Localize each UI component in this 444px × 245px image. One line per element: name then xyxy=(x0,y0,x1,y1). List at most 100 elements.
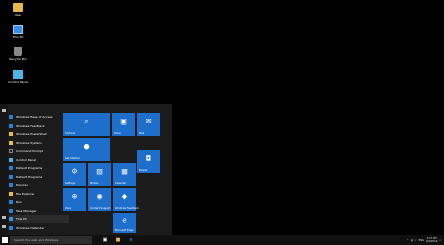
tile-get-started[interactable]: ● Get Started xyxy=(63,138,110,161)
app-item[interactable]: Windows Feedback xyxy=(9,122,69,130)
folder-icon xyxy=(9,132,13,136)
app-item[interactable]: File Explorer xyxy=(9,190,69,198)
start-rail xyxy=(0,104,8,235)
start-menu: Windows Ease of Access Windows Feedback … xyxy=(0,104,172,240)
app-item[interactable]: Control Panel xyxy=(9,156,69,164)
task-view-icon[interactable]: ▣ xyxy=(102,237,108,243)
app-label: Run xyxy=(16,200,22,204)
tile-cortana[interactable]: ⌕ Cortana xyxy=(63,113,110,136)
app-label: Windows Feedback xyxy=(16,123,45,128)
desktop-icon-this-pc[interactable]: This PC xyxy=(6,25,30,39)
tile-label: Photos xyxy=(90,182,99,185)
store-icon: ▣ xyxy=(120,117,127,126)
tile-mail[interactable]: ✉ Mail xyxy=(137,113,160,136)
desktop-icon-label: This PC xyxy=(12,35,24,39)
computer-icon xyxy=(13,25,23,34)
calendar-icon: ▦ xyxy=(121,167,128,176)
tile-photos[interactable]: ▧ Photos xyxy=(88,163,111,186)
defender-icon xyxy=(9,225,13,230)
app-label: Windows Ease of Access xyxy=(16,115,53,119)
computer-icon xyxy=(9,217,13,221)
tile-label: Calendar xyxy=(115,182,127,185)
tile-people[interactable]: ◘ People xyxy=(137,150,160,173)
app-item[interactable]: Windows Ease of Access xyxy=(9,113,69,121)
app-list: Windows Ease of Access Windows Feedback … xyxy=(9,113,69,242)
app-label: Command Prompt xyxy=(16,149,44,153)
app-item[interactable]: Windows PowerShell˅ xyxy=(9,130,69,138)
settings-icon[interactable] xyxy=(2,216,6,219)
volume-icon[interactable]: ♪ xyxy=(415,239,417,242)
desktop-icon-label: Recycle Bin xyxy=(9,57,27,61)
support-icon: ◉ xyxy=(96,192,103,201)
edge-icon[interactable]: e xyxy=(128,237,134,243)
hamburger-icon[interactable] xyxy=(2,109,6,112)
edge-icon: e xyxy=(122,216,127,225)
feedback-icon: ◆ xyxy=(121,192,128,201)
tile-label: Store xyxy=(114,132,121,135)
tile-label: Mail xyxy=(139,132,145,135)
power-icon[interactable] xyxy=(2,225,6,228)
tile-windows-feedback[interactable]: ◆ Windows Feedback xyxy=(113,188,139,211)
ease-of-access-icon xyxy=(9,115,13,119)
folder-icon xyxy=(9,140,13,145)
tile-label: Xbox xyxy=(65,207,72,210)
app-label: File Explorer xyxy=(16,191,35,196)
control-panel-icon xyxy=(9,157,13,162)
chevron-up-icon[interactable]: ⌃ xyxy=(407,239,409,242)
run-icon xyxy=(9,200,13,204)
app-label: Windows System xyxy=(16,140,42,145)
keyboard-language[interactable]: ENG xyxy=(419,239,424,242)
app-item[interactable]: Default Programs xyxy=(9,164,69,172)
tile-microsoft-edge[interactable]: e Microsoft Edge xyxy=(113,213,136,233)
tile-label: Windows Feedback xyxy=(115,207,139,210)
app-item[interactable]: Windows Defender xyxy=(9,224,69,232)
tile-store[interactable]: ▣ Store xyxy=(112,113,135,136)
people-icon: ◘ xyxy=(145,154,152,163)
taskbar: Search the web and Windows ▣ ■ e ⌃ ▤ ♪ E… xyxy=(0,235,444,245)
tile-label: Get Started xyxy=(65,157,80,160)
desktop-icon-label: User xyxy=(14,13,22,17)
tile-calendar[interactable]: ▦ Calendar xyxy=(113,163,136,186)
desktop-icon-label: Control Panel xyxy=(8,80,28,84)
search-icon: ⌕ xyxy=(84,117,89,126)
app-label: Default Programs xyxy=(16,166,43,170)
user-folder-icon xyxy=(13,3,23,12)
feedback-icon xyxy=(9,123,13,128)
app-item[interactable]: Command Prompt xyxy=(9,147,69,155)
app-label: Task Manager xyxy=(16,208,37,213)
default-programs-icon xyxy=(9,166,13,170)
system-tray: ⌃ ▤ ♪ ENG 4:27 PM 6/4/2016 ▫ xyxy=(407,235,441,245)
tile-contact-support[interactable]: ◉ Contact Support xyxy=(88,188,111,211)
clock-date: 6/4/2016 xyxy=(426,240,438,243)
search-input[interactable]: Search the web and Windows xyxy=(10,236,92,244)
tile-grid: ⌕ Cortana ▣ Store ✉ Mail ● Get Started ◘ Peop… xyxy=(63,113,171,233)
tile-settings[interactable]: ⚙ Settings xyxy=(63,163,86,186)
app-item[interactable]: Devices xyxy=(9,181,69,189)
notifications-icon[interactable]: ▫ xyxy=(439,239,441,242)
app-item[interactable]: Task Manager xyxy=(9,207,69,215)
app-label: Devices xyxy=(16,183,28,187)
devices-icon xyxy=(9,183,13,187)
desktop-icon-user[interactable]: User xyxy=(6,3,30,17)
network-icon[interactable]: ▤ xyxy=(411,239,413,242)
get-started-icon: ● xyxy=(83,142,90,151)
tile-label: Microsoft Edge xyxy=(115,229,134,232)
app-item[interactable]: Run xyxy=(9,198,69,206)
tile-xbox[interactable]: ⊕ Xbox xyxy=(63,188,86,211)
tile-label: Contact Support xyxy=(90,207,111,210)
file-explorer-icon xyxy=(9,191,13,196)
task-manager-icon xyxy=(9,208,13,213)
app-label: Default Programs xyxy=(16,174,43,179)
desktop-icon-control-panel[interactable]: Control Panel xyxy=(6,70,30,84)
mail-icon: ✉ xyxy=(145,117,152,126)
app-item[interactable]: This PC xyxy=(9,215,69,223)
app-label: Windows Defender xyxy=(16,225,45,230)
desktop-icon-recycle-bin[interactable]: Recycle Bin xyxy=(6,47,30,61)
file-explorer-icon[interactable]: ■ xyxy=(115,237,121,243)
app-item[interactable]: Windows System˄ xyxy=(9,139,69,147)
clock[interactable]: 4:27 PM 6/4/2016 xyxy=(426,237,437,243)
control-panel-icon xyxy=(13,70,23,79)
app-label: Control Panel xyxy=(16,157,36,162)
windows-start-icon[interactable] xyxy=(2,237,8,243)
app-item[interactable]: Default Programs xyxy=(9,173,69,181)
